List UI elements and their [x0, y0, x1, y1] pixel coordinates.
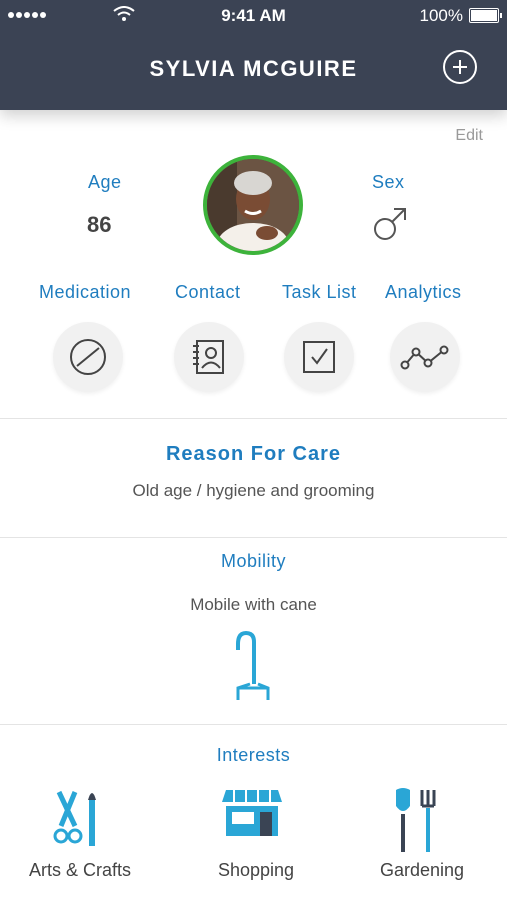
reason-title: Reason For Care — [165, 443, 342, 465]
nav-label-analytics[interactable]: Analytics — [385, 282, 462, 303]
status-bar: 9:41 AM 100% — [0, 0, 507, 32]
mobility-text: Mobile with cane — [190, 595, 317, 614]
interest-label-gardening: Gardening — [379, 860, 465, 880]
analytics-button[interactable] — [390, 322, 460, 392]
checkbox-icon — [303, 341, 335, 373]
interests-title: Interests — [216, 745, 291, 765]
contact-button[interactable] — [174, 322, 244, 392]
nav-label-task-list[interactable]: Task List — [282, 282, 357, 303]
male-symbol-icon — [374, 208, 406, 240]
add-button[interactable] — [443, 50, 477, 84]
edit-button[interactable]: Edit — [455, 127, 483, 145]
interest-arts-crafts[interactable] — [8, 786, 148, 855]
plus-circle-icon — [453, 60, 467, 74]
battery-icon — [469, 8, 502, 23]
divider — [0, 418, 507, 419]
nav-label-medication[interactable]: Medication — [39, 282, 131, 303]
sex-label: Sex — [372, 172, 405, 192]
header-bar: 9:41 AM 100% SYLVIA MCGUIRE — [0, 0, 507, 110]
task-list-button[interactable] — [284, 322, 354, 392]
medication-button[interactable] — [53, 322, 123, 392]
divider — [0, 537, 507, 538]
avatar-photo — [207, 159, 299, 251]
contact-book-icon — [193, 340, 224, 374]
age-label: Age — [88, 172, 122, 192]
avatar[interactable] — [203, 155, 303, 255]
mobility-title: Mobility — [220, 551, 286, 571]
divider — [0, 724, 507, 725]
cane-icon — [236, 630, 270, 700]
storefront-icon — [222, 790, 282, 836]
arts-crafts-icon — [53, 790, 96, 846]
nav-label-contact[interactable]: Contact — [175, 282, 241, 303]
age-value: 86 — [87, 212, 112, 237]
line-chart-icon — [400, 345, 449, 370]
pill-icon — [70, 339, 106, 375]
interest-label-arts-crafts: Arts & Crafts — [28, 860, 131, 880]
interest-gardening[interactable] — [348, 786, 488, 859]
garden-tools-icon — [396, 788, 436, 852]
reason-text: Old age / hygiene and grooming — [132, 481, 375, 500]
interest-shopping[interactable] — [182, 786, 322, 843]
page-title: SYLVIA MCGUIRE — [149, 56, 358, 81]
battery-percent: 100% — [419, 6, 463, 25]
interest-label-shopping: Shopping — [217, 860, 295, 880]
